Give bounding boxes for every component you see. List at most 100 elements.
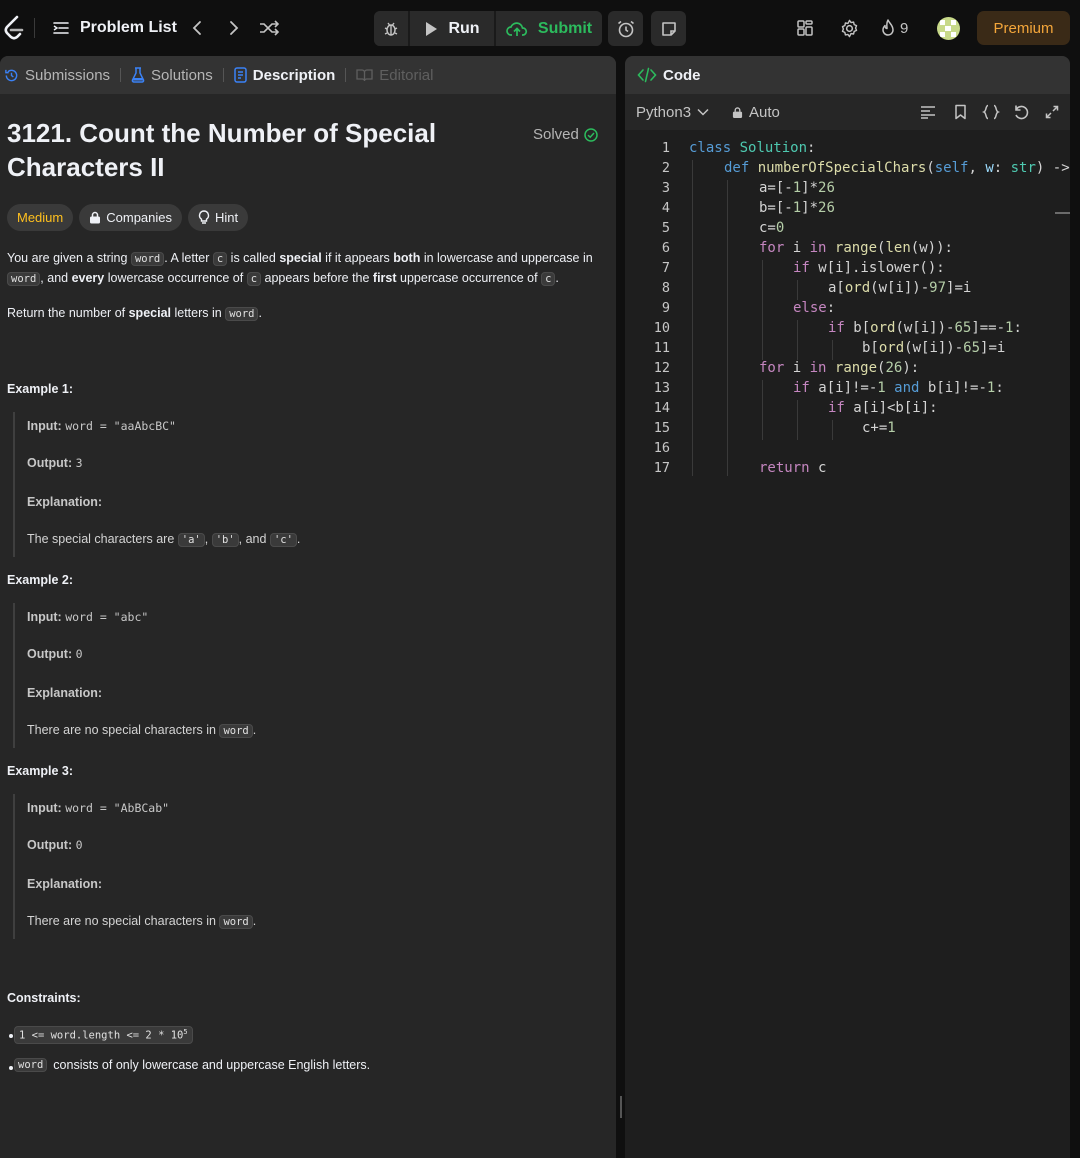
divider: [120, 68, 122, 82]
token: for: [759, 240, 785, 256]
shuffle-icon: [260, 20, 279, 36]
token: a[i]!=-: [809, 380, 878, 396]
indent-guide: [832, 340, 833, 360]
token: (w[i])-: [870, 280, 930, 296]
run-label: Run: [448, 19, 480, 37]
example-1-block: Input: word = "aaAbcBC" Output: 3 Explan…: [13, 412, 573, 557]
companies-tag[interactable]: Companies: [79, 204, 183, 231]
layout-button[interactable]: [794, 16, 816, 40]
bold-text: first: [372, 271, 397, 285]
output-label: Output:: [27, 647, 73, 661]
token: ]*: [801, 180, 819, 196]
token: numberOfSpecialChars: [757, 160, 927, 176]
line-number: 3: [661, 180, 670, 196]
code-line: if a[i]!=-1 and b[i]!=-1:: [793, 380, 1004, 396]
token: class: [689, 140, 732, 156]
code-line: if w[i].islower():: [793, 260, 945, 276]
solved-status: Solved: [533, 126, 598, 143]
description-tabs: Submissions Solutions Description Editor…: [0, 56, 616, 94]
run-submit-toolbar: Run Submit: [374, 11, 602, 46]
text: Return the number of: [7, 306, 129, 320]
panel-resizer[interactable]: [616, 56, 625, 1158]
token: 0: [775, 220, 785, 236]
autocomplete-toggle[interactable]: Auto: [732, 104, 780, 121]
settings-button[interactable]: [838, 16, 860, 40]
debug-button[interactable]: [374, 11, 408, 46]
line-number: 1: [661, 140, 670, 156]
code-tab-label: Code: [663, 66, 701, 84]
hint-tag[interactable]: Hint: [188, 204, 249, 231]
bullet: [9, 1034, 13, 1038]
prev-problem-button[interactable]: [184, 14, 210, 42]
inline-code: word: [14, 1058, 48, 1072]
note-icon: [661, 21, 676, 36]
problem-list-button[interactable]: Problem List: [52, 14, 177, 42]
text: letters in: [171, 306, 226, 320]
braces-button[interactable]: [982, 103, 1000, 121]
tab-editorial[interactable]: Editorial: [356, 56, 433, 94]
token: :: [807, 140, 816, 156]
exponent: 5: [183, 1028, 188, 1036]
hint-label: Hint: [215, 210, 239, 225]
tab-solutions[interactable]: Solutions: [131, 56, 213, 94]
tab-submissions[interactable]: Submissions: [4, 56, 110, 94]
inline-code: word: [219, 724, 253, 738]
tab-description[interactable]: Description: [234, 56, 335, 94]
text: if it appears: [321, 251, 394, 265]
inline-code: c: [541, 272, 556, 286]
streak-counter[interactable]: 9: [880, 16, 908, 40]
token: ):: [902, 360, 920, 376]
random-problem-button[interactable]: [256, 14, 282, 42]
premium-button[interactable]: Premium: [977, 11, 1070, 45]
format-code-button[interactable]: [919, 103, 937, 121]
token: 65: [963, 340, 981, 356]
tab-editorial-label: Editorial: [379, 66, 434, 84]
next-problem-button[interactable]: [221, 14, 247, 42]
submit-label: Submit: [537, 19, 593, 37]
timer-button[interactable]: [608, 11, 643, 46]
token: if: [793, 380, 810, 396]
avatar[interactable]: [937, 17, 960, 40]
line-number: 7: [661, 260, 670, 276]
divider: [345, 68, 347, 82]
resize-handle[interactable]: [620, 1096, 622, 1118]
constraint-text: consists of only lowercase and uppercase…: [53, 1058, 371, 1072]
notes-button[interactable]: [651, 11, 686, 46]
text: .: [296, 532, 301, 546]
language-select[interactable]: Python3: [636, 104, 709, 121]
divider: [222, 68, 224, 82]
text: There are no special characters in: [27, 914, 220, 928]
submit-button[interactable]: Submit: [494, 11, 602, 46]
gear-icon: [841, 19, 857, 37]
token: b[: [862, 340, 879, 356]
problem-return-statement: Return the number of special letters in …: [7, 304, 607, 324]
bold-text: both: [393, 251, 421, 265]
token: range: [834, 360, 878, 376]
output-label: Output:: [27, 456, 73, 470]
code-editor[interactable]: 1 2 3 4 5 6 7 8 9 10 11 12 13 14 15 16 1…: [625, 130, 1070, 1158]
lock-icon: [90, 211, 101, 224]
indent-guide: [797, 400, 798, 440]
token: c+=: [862, 420, 888, 436]
bookmark-button[interactable]: [951, 103, 969, 121]
indent-guide: [762, 260, 763, 360]
text: The special characters are: [27, 532, 178, 546]
lightbulb-icon: [198, 210, 210, 224]
example-explanation: There are no special characters in word.: [27, 723, 256, 738]
output-value: 3: [75, 456, 83, 470]
token: (w)):: [910, 240, 953, 256]
align-left-icon: [921, 106, 935, 119]
line-number: 13: [653, 380, 670, 396]
leetcode-logo-icon[interactable]: [2, 14, 26, 42]
divider: [34, 18, 35, 38]
reset-code-button[interactable]: [1012, 103, 1030, 121]
lock-icon: [732, 106, 743, 118]
token: if: [828, 320, 845, 336]
example-explanation: The special characters are 'a', 'b', and…: [27, 532, 301, 547]
example-2-heading: Example 2:: [7, 573, 74, 587]
run-button[interactable]: Run: [408, 11, 494, 46]
fullscreen-button[interactable]: [1043, 103, 1061, 121]
example-input: Input: word = "aaAbcBC": [27, 419, 176, 433]
